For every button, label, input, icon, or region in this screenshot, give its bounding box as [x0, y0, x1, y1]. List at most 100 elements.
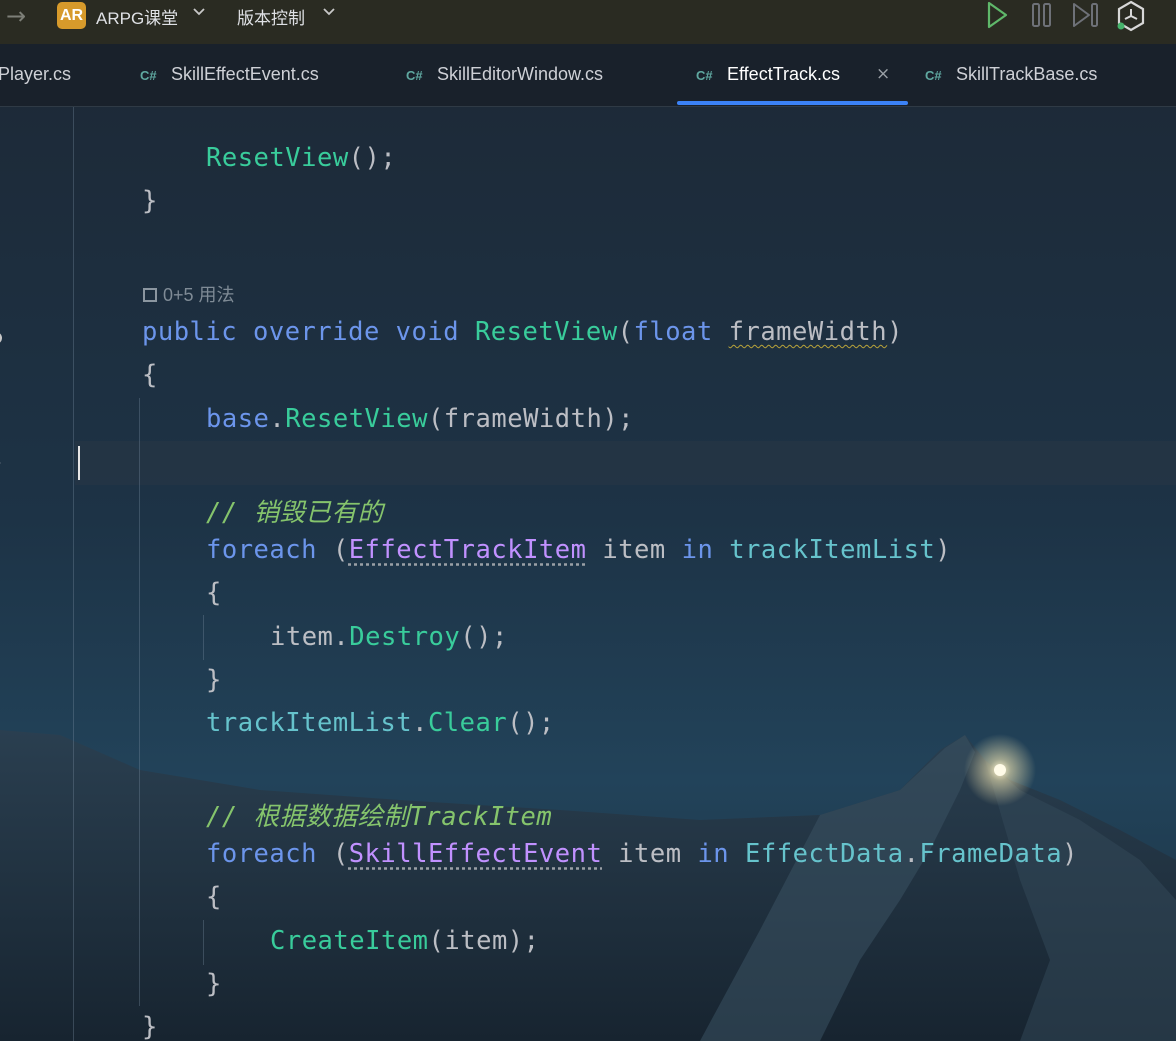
- code-token: float: [633, 317, 713, 347]
- active-tab-indicator: [677, 101, 908, 105]
- code-comment[interactable]: // 根据数据绘制TrackItem: [206, 796, 552, 833]
- tab-label: Player.cs: [0, 64, 72, 84]
- project-name[interactable]: ARPG课堂: [96, 4, 178, 29]
- override-gutter-icon[interactable]: [0, 326, 6, 351]
- code-token: // 销毁已有的: [206, 498, 384, 528]
- code-token: {: [206, 882, 222, 912]
- code-token: }: [142, 186, 158, 216]
- code-comment[interactable]: // 销毁已有的: [206, 492, 384, 529]
- project-badge[interactable]: AR: [57, 2, 86, 29]
- code-token: item: [586, 535, 682, 565]
- background-night-landscape: [0, 0, 1176, 1041]
- tab-skill-track-base[interactable]: C# SkillTrackBase.cs: [925, 44, 1165, 106]
- code-token: .: [412, 708, 428, 738]
- code-token: trackItemList: [729, 535, 936, 565]
- code-line[interactable]: base.ResetView(frameWidth);: [206, 404, 634, 434]
- code-token: void: [395, 317, 460, 347]
- code-token: foreach: [206, 839, 317, 869]
- gutter-divider: [73, 107, 74, 1041]
- code-token: ();: [507, 708, 555, 738]
- code-token: .: [269, 404, 286, 434]
- pause-icon[interactable]: [1030, 0, 1054, 34]
- code-line[interactable]: public override void ResetView(float fra…: [142, 317, 903, 347]
- code-token: SkillEffectEvent: [348, 839, 603, 869]
- code-token: public: [142, 317, 238, 347]
- text-caret: [78, 446, 80, 480]
- tab-label: SkillEffectEvent.cs: [171, 64, 319, 84]
- code-line[interactable]: {: [142, 360, 158, 390]
- tab-label: SkillTrackBase.cs: [956, 64, 1098, 84]
- code-token: ResetView: [285, 404, 428, 434]
- code-token: ResetView: [474, 317, 618, 347]
- current-line-highlight: [75, 441, 1176, 485]
- title-bar: → AR ARPG课堂 版本控制: [0, 0, 1176, 44]
- code-token: item: [270, 622, 334, 652]
- tab-label: SkillEditorWindow.cs: [437, 64, 604, 84]
- indent-guide: [139, 398, 140, 1006]
- code-token: trackItemList: [206, 708, 413, 738]
- code-token: (frameWidth);: [427, 404, 635, 434]
- code-token: foreach: [206, 535, 317, 565]
- code-token: (: [316, 839, 349, 869]
- code-token: item: [602, 839, 698, 869]
- forward-arrow-icon[interactable]: →: [6, 2, 26, 30]
- code-token: ResetView: [206, 143, 349, 173]
- code-line[interactable]: item.Destroy();: [270, 622, 508, 652]
- code-token: }: [206, 969, 222, 999]
- code-token: EffectTrackItem: [348, 535, 587, 565]
- code-line[interactable]: trackItemList.Clear();: [206, 708, 555, 738]
- code-line[interactable]: foreach (SkillEffectEvent item in Effect…: [206, 839, 1078, 869]
- code-token: {: [206, 578, 222, 608]
- code-token: ): [887, 317, 903, 347]
- usage-hint-text: 0+5 用法: [163, 285, 235, 305]
- code-token: CreateItem: [270, 926, 429, 956]
- chevron-down-icon[interactable]: [192, 4, 206, 22]
- code-token: }: [206, 665, 222, 695]
- code-token: ();: [348, 143, 397, 173]
- tab-player[interactable]: Player.cs: [0, 44, 110, 106]
- code-line[interactable]: }: [206, 665, 222, 695]
- code-token: .: [903, 839, 920, 869]
- code-token: in: [681, 535, 714, 565]
- tab-skill-effect-event[interactable]: C# SkillEffectEvent.cs: [140, 44, 380, 106]
- code-token: }: [142, 1012, 158, 1041]
- unity-icon[interactable]: [1115, 0, 1147, 36]
- csharp-file-icon: C#: [925, 68, 942, 83]
- code-token: .: [333, 622, 350, 652]
- csharp-file-icon: C#: [140, 68, 157, 83]
- indent-guide: [203, 615, 204, 660]
- code-line[interactable]: ResetView();: [206, 143, 396, 173]
- tab-skill-editor-window[interactable]: C# SkillEditorWindow.cs: [406, 44, 656, 106]
- breakpoint-gutter-icon[interactable]: [0, 452, 4, 476]
- vcs-menu[interactable]: 版本控制: [237, 4, 305, 29]
- usage-hint[interactable]: 0+5 用法: [143, 281, 235, 307]
- code-token: (item);: [428, 926, 540, 956]
- tab-effect-track[interactable]: C# EffectTrack.cs ×: [696, 44, 906, 106]
- code-line[interactable]: {: [206, 882, 222, 912]
- code-line[interactable]: {: [206, 578, 222, 608]
- code-line[interactable]: foreach (EffectTrackItem item in trackIt…: [206, 535, 951, 565]
- close-icon[interactable]: ×: [876, 64, 890, 84]
- editor-tab-bar: Player.cs C# SkillEffectEvent.cs C# Skil…: [0, 44, 1176, 107]
- code-line[interactable]: CreateItem(item);: [270, 926, 540, 956]
- code-line[interactable]: }: [142, 186, 158, 216]
- usage-link-icon: [143, 288, 157, 302]
- code-token: // 根据数据绘制TrackItem: [206, 802, 553, 832]
- code-token: base: [206, 404, 270, 434]
- run-icon[interactable]: [984, 0, 1010, 34]
- code-token: ): [1062, 839, 1078, 869]
- csharp-file-icon: C#: [406, 68, 423, 83]
- code-line[interactable]: }: [206, 969, 222, 999]
- step-icon[interactable]: [1071, 0, 1101, 34]
- code-token: in: [697, 839, 730, 869]
- chevron-down-icon[interactable]: [322, 4, 336, 22]
- code-token: {: [142, 360, 158, 390]
- code-token: FrameData: [919, 839, 1063, 869]
- code-line[interactable]: }: [142, 1012, 158, 1041]
- code-token: Destroy: [349, 622, 461, 652]
- code-token: EffectData: [745, 839, 904, 869]
- code-token: ): [935, 535, 952, 565]
- code-token: (: [316, 535, 349, 565]
